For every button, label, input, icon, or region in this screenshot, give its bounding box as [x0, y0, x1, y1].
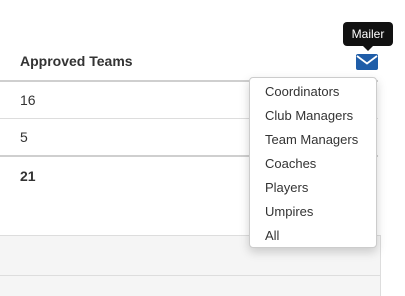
- menu-item-coordinators[interactable]: Coordinators: [250, 83, 376, 107]
- table-row-value: 16: [20, 92, 36, 108]
- mailer-dropdown-menu: Coordinators Club Managers Team Managers…: [249, 77, 377, 248]
- menu-item-team-managers[interactable]: Team Managers: [250, 131, 376, 155]
- table-row-value: 5: [20, 129, 28, 145]
- envelope-icon: [356, 54, 378, 70]
- menu-item-all[interactable]: All: [250, 227, 376, 251]
- mailer-tooltip: Mailer: [343, 22, 393, 51]
- menu-item-players[interactable]: Players: [250, 179, 376, 203]
- table-total-value: 21: [20, 168, 36, 184]
- mailer-button[interactable]: [356, 54, 378, 70]
- footer-divider: [0, 275, 380, 276]
- table-header-approved-teams: Approved Teams: [20, 53, 133, 69]
- menu-item-coaches[interactable]: Coaches: [250, 155, 376, 179]
- menu-item-club-managers[interactable]: Club Managers: [250, 107, 376, 131]
- menu-item-umpires[interactable]: Umpires: [250, 203, 376, 227]
